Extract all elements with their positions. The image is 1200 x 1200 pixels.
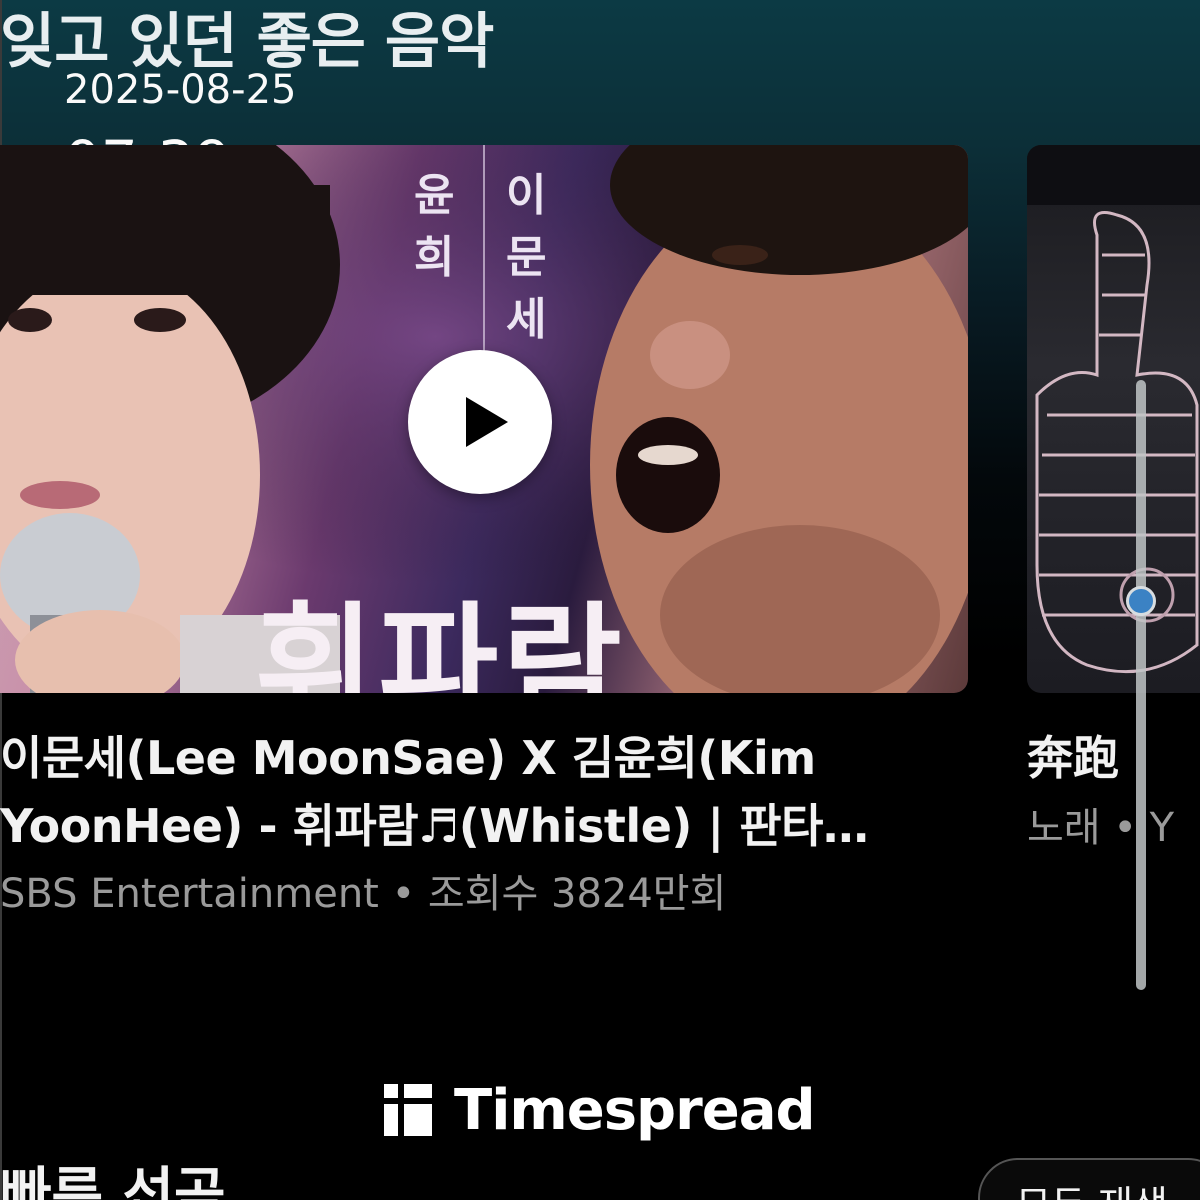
play-all-label: 모두 재생 <box>1016 1174 1168 1200</box>
main-video-meta: SBS Entertainment • 조회수 3824만회 <box>0 871 727 917</box>
thumbnail-title-text: 휘파람 <box>255 589 626 693</box>
side-video-thumbnail[interactable] <box>1027 145 1200 693</box>
scrollbar-thumb[interactable] <box>1126 586 1156 616</box>
scrollbar-track[interactable] <box>1136 380 1146 990</box>
side-video-meta: 노래 • Y <box>1027 805 1175 851</box>
timespread-logo-icon <box>384 1084 432 1136</box>
play-all-button[interactable]: 모두 재생 <box>978 1158 1200 1200</box>
side-thumbnail-artwork <box>1027 145 1200 674</box>
side-video-title[interactable]: 奔跑 <box>1027 724 1119 792</box>
play-button[interactable] <box>408 350 552 494</box>
main-video-title[interactable]: 이문세(Lee MoonSae) X 김윤희(Kim YoonHee) - 휘파… <box>0 724 968 860</box>
watermark-text: Timespread <box>454 1077 816 1143</box>
timespread-watermark: Timespread <box>384 1077 816 1143</box>
main-video-title-line2: YoonHee) - 휘파람♬(Whistle) | 판타… <box>0 799 869 853</box>
timestamp-date: 2025-08-25 <box>64 67 297 113</box>
music-feed-page: 잊고 있던 좋은 음악 2025-08-25 07:39 pm <box>0 0 1200 1200</box>
main-video-title-line1: 이문세(Lee MoonSae) X 김윤희(Kim <box>0 731 816 785</box>
next-section-title: 빠른 선곡 <box>0 1162 226 1200</box>
thumbnail-name-left: 윤희 <box>414 170 455 283</box>
play-icon <box>466 397 508 447</box>
thumbnail-name-right: 이문세 <box>506 170 547 345</box>
